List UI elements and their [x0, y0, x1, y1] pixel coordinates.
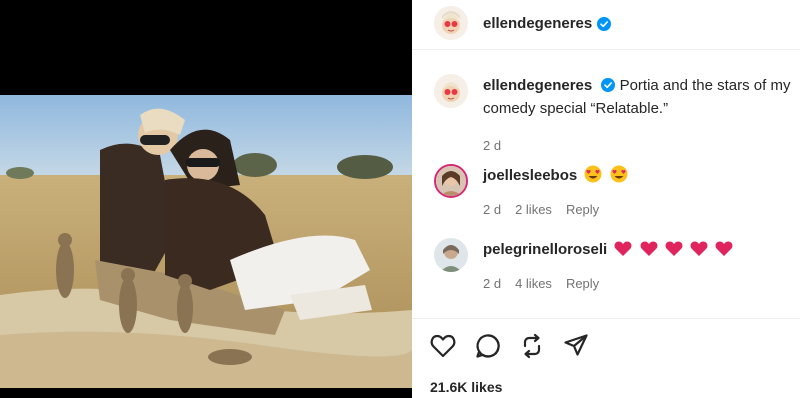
comment-author[interactable]: joellesleebos [483, 167, 577, 184]
repost-icon[interactable] [517, 331, 547, 361]
red-heart-emoji-icon [690, 241, 708, 264]
share-icon[interactable] [561, 331, 591, 361]
header-username-row[interactable]: ellendegeneres [483, 15, 612, 32]
comment-meta: 2 d 4 likes Reply [483, 276, 599, 291]
caption-text-block: ellendegeneres Portia and the stars of m… [483, 74, 793, 120]
comment-author[interactable]: pelegrinelloroseli [483, 241, 607, 258]
post-info-pane: ellendegeneres ellendegeneres Portia and… [412, 0, 800, 398]
post-actions-bar: 21.6K likes [412, 318, 800, 398]
post-photo[interactable] [0, 95, 412, 388]
red-heart-emoji-icon [665, 241, 683, 264]
header-username[interactable]: ellendegeneres [483, 15, 592, 32]
heart-eyes-emoji-icon [584, 165, 602, 190]
reply-button[interactable]: Reply [566, 202, 599, 217]
comment-likes[interactable]: 2 likes [515, 202, 552, 217]
caption-meta: 2 d [483, 138, 501, 153]
red-heart-emoji-icon [614, 241, 632, 264]
verified-badge-icon [601, 76, 616, 92]
red-heart-emoji-icon [640, 241, 658, 264]
comment-time[interactable]: 2 d [483, 276, 501, 291]
heart-icon[interactable] [428, 331, 458, 361]
joelle-avatar-icon[interactable] [434, 164, 468, 198]
comment-icon[interactable] [473, 331, 503, 361]
red-heart-emoji-icon [715, 241, 733, 264]
ellen-avatar-icon[interactable] [434, 74, 468, 108]
ellen-avatar-icon[interactable] [434, 6, 468, 40]
reply-button[interactable]: Reply [566, 276, 599, 291]
comment-text-block: joellesleebos [483, 164, 793, 190]
comment-text-block: pelegrinelloroseli [483, 238, 793, 264]
comment-time[interactable]: 2 d [483, 202, 501, 217]
comment-likes[interactable]: 4 likes [515, 276, 552, 291]
post-header: ellendegeneres [412, 0, 800, 50]
safari-photo [0, 95, 412, 388]
comment-time[interactable]: 2 d [483, 138, 501, 153]
comment-meta: 2 d 2 likes Reply [483, 202, 599, 217]
heart-eyes-emoji-icon [610, 165, 628, 190]
pelegrinello-avatar-icon[interactable] [434, 238, 468, 272]
verified-badge-icon [597, 16, 612, 31]
comment-author[interactable]: ellendegeneres [483, 77, 592, 94]
comments-list[interactable]: ellendegeneres Portia and the stars of m… [412, 60, 800, 318]
post-likes-count[interactable]: 21.6K likes [430, 379, 502, 395]
post-media-pane [0, 0, 412, 398]
